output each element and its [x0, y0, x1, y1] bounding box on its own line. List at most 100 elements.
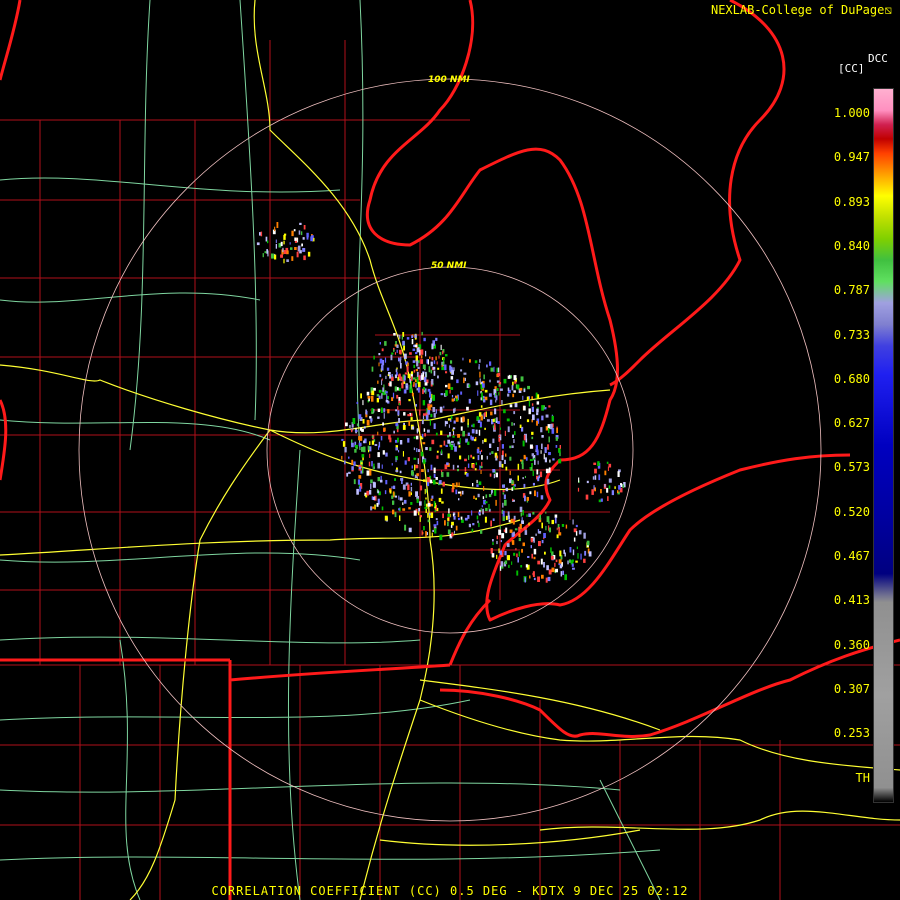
radar-echo-gate [575, 531, 578, 536]
radar-echo-gate [402, 340, 405, 346]
radar-echo-gate [398, 387, 401, 391]
radar-echo-gate [523, 527, 527, 530]
radar-echo-gate [359, 486, 362, 492]
radar-echo-gate [396, 428, 399, 433]
radar-echo-gate [571, 563, 574, 567]
radar-echo-gate [508, 515, 510, 520]
radar-echo-gate [580, 553, 582, 560]
radar-echo-gate [617, 490, 619, 493]
radar-echo-gate [572, 549, 575, 556]
radar-echo-gate [540, 495, 544, 500]
radar-echo-gate [394, 511, 397, 518]
radar-echo-gate [501, 463, 504, 468]
radar-echo-gate [264, 251, 267, 254]
radar-echo-gate [512, 434, 514, 438]
radar-echo-gate [586, 480, 589, 484]
radar-echo-gate [450, 525, 453, 528]
radar-echo-gate [414, 464, 416, 471]
radar-echo-gate [522, 440, 525, 447]
radar-echo-gate [512, 498, 514, 501]
radar-echo-gate [489, 443, 492, 448]
radar-echo-gate [433, 501, 436, 507]
radar-echo-gate [356, 423, 359, 427]
radar-echo-gate [502, 502, 504, 508]
radar-echo-gate [416, 448, 418, 453]
radar-echo-gate [504, 459, 506, 464]
radar-echo-gate [296, 251, 299, 258]
radar-echo-gate [469, 359, 471, 363]
radar-echo-gate [540, 427, 543, 433]
radar-echo-gate [410, 482, 412, 486]
radar-echo-gate [504, 499, 507, 506]
radar-echo-gate [426, 532, 428, 536]
radar-echo-gate [379, 342, 381, 345]
radar-echo-gate [410, 492, 412, 496]
radar-echo-gate [531, 453, 534, 457]
radar-echo-gate [585, 494, 589, 500]
radar-echo-gate [517, 475, 519, 481]
radar-echo-gate [433, 473, 436, 478]
radar-echo-gate [468, 523, 471, 528]
radar-echo-gate [584, 550, 587, 556]
radar-echo-gate [604, 483, 606, 488]
radar-echo-gate [503, 378, 507, 384]
radar-echo-gate [433, 467, 436, 474]
radar-echo-gate [537, 560, 540, 565]
radar-echo-gate [303, 255, 306, 261]
radar-echo-gate [548, 467, 551, 473]
radar-echo-gate [548, 452, 551, 456]
radar-echo-gate [480, 470, 482, 474]
radar-echo-gate [381, 378, 383, 381]
radar-echo-gate [519, 523, 522, 530]
radar-echo-gate [475, 381, 479, 386]
radar-echo-gate [492, 539, 494, 542]
radar-echo-gate [461, 519, 464, 523]
radar-echo-gate [545, 511, 547, 514]
radar-echo-gate [376, 503, 379, 507]
radar-echo-gate [385, 391, 388, 394]
radar-echo-gate [467, 432, 470, 436]
radar-echo-gate [544, 551, 546, 555]
radar-echo-gate [559, 445, 561, 449]
radar-echo-gate [291, 230, 294, 237]
legend-label: 1.000 [833, 106, 870, 120]
radar-echo-gate [370, 506, 373, 511]
radar-echo-gate [439, 406, 443, 413]
radar-echo-gate [357, 479, 360, 485]
radar-echo-gate [548, 527, 551, 533]
radar-echo-gate [516, 553, 518, 558]
radar-echo-gate [421, 419, 424, 425]
radar-echo-gate [426, 481, 430, 487]
radar-echo-gate [398, 418, 400, 423]
radar-echo-gate [425, 350, 427, 357]
radar-echo-gate [403, 345, 405, 351]
radar-echo-gate [519, 387, 523, 391]
radar-echo-gate [493, 366, 495, 372]
radar-echo-gate [424, 382, 428, 386]
radar-echo-gate [398, 403, 401, 406]
radar-echo-gate [555, 559, 558, 563]
radar-echo-gate [453, 420, 456, 424]
radar-echo-gate [536, 412, 539, 416]
radar-echo-gate [411, 339, 414, 345]
radar-echo-gate [503, 494, 506, 500]
radar-echo-gate [437, 375, 439, 379]
radar-echo-gate [446, 472, 450, 477]
radar-echo-gate [393, 333, 396, 336]
radar-echo-gate [509, 470, 511, 476]
radar-map: 100 NMI 50 NMI [0, 0, 900, 900]
radar-echo-gate [397, 377, 399, 381]
radar-echo-gate [560, 571, 563, 577]
radar-echo-gate [532, 414, 535, 421]
radar-echo-gate [480, 415, 483, 421]
radar-echo-gate [497, 367, 500, 373]
radar-echo-gate [569, 547, 572, 553]
radar-echo-gate [398, 495, 400, 500]
radar-echo-gate [586, 540, 590, 546]
radar-echo-gate [466, 473, 469, 477]
legend-label: 0.893 [833, 194, 870, 209]
radar-echo-gate [458, 498, 460, 501]
radar-echo-gate [430, 498, 433, 501]
radar-echo-gate [541, 522, 543, 529]
radar-echo-gate [526, 419, 530, 423]
